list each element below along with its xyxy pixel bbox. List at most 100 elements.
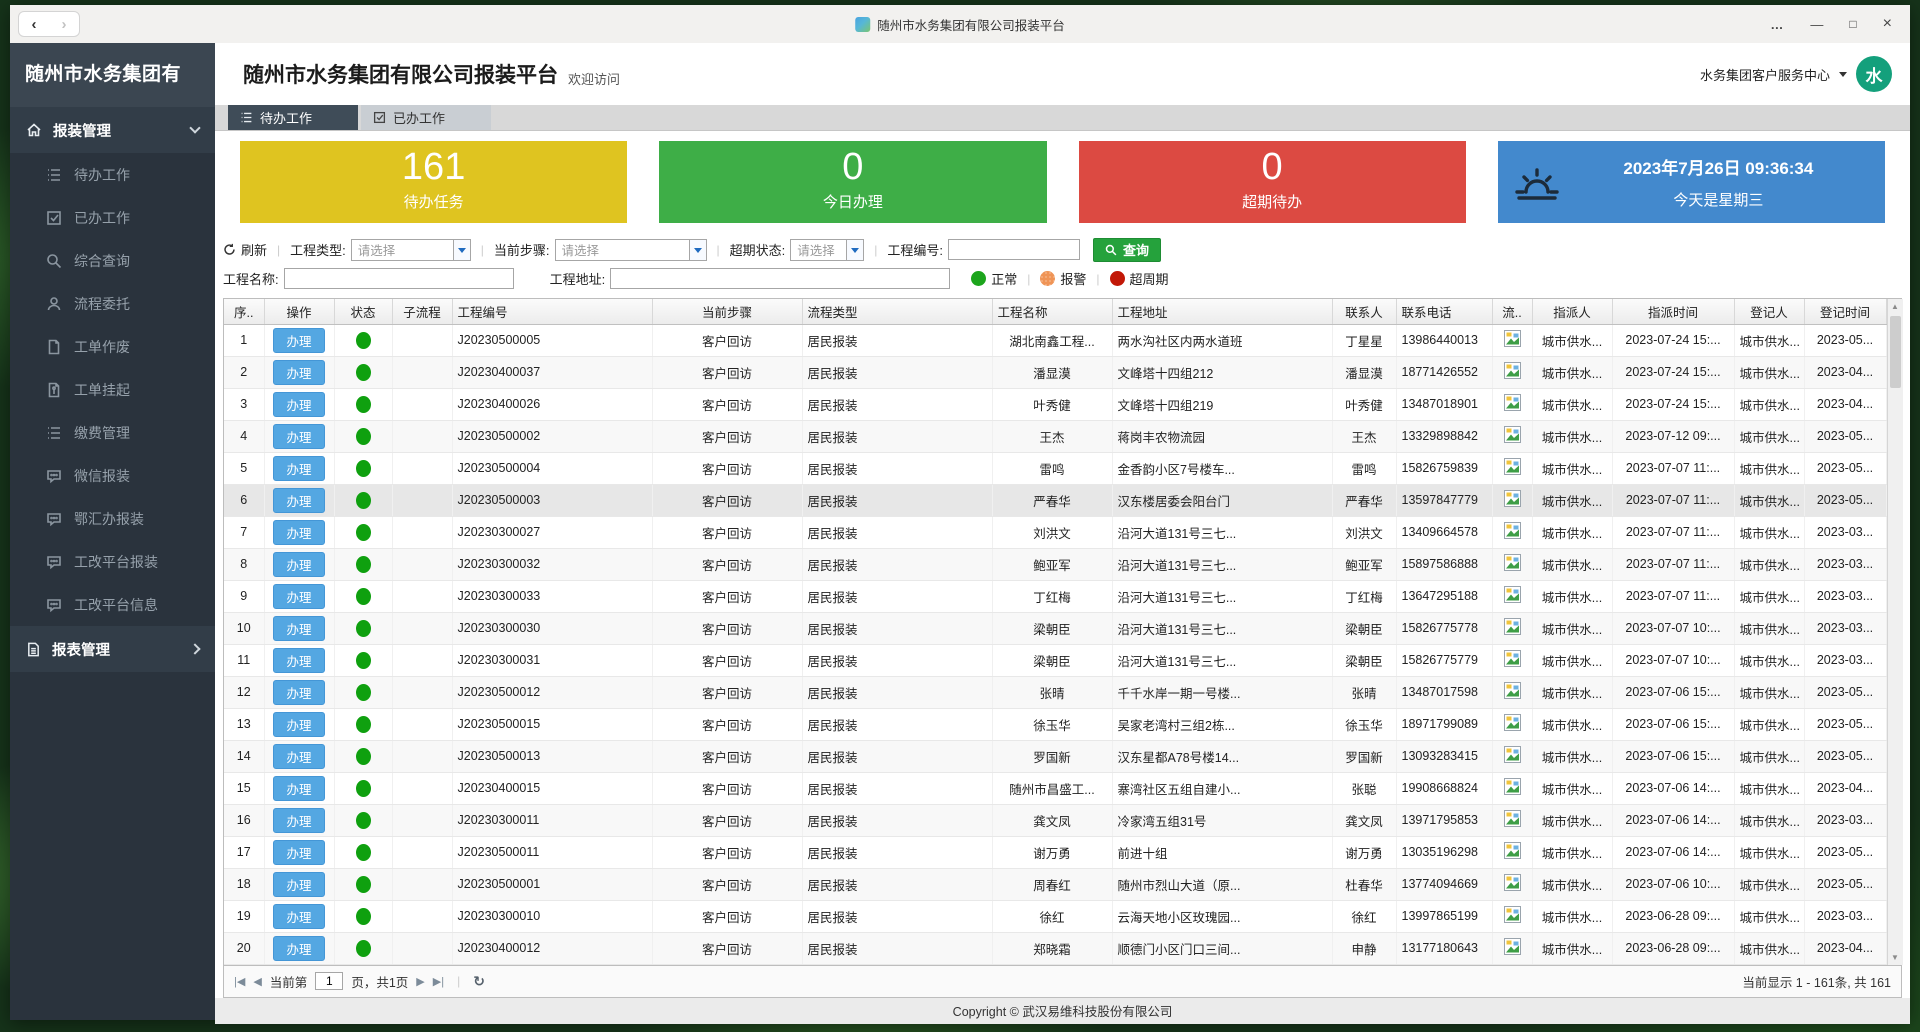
flowchart-icon[interactable] bbox=[1504, 554, 1521, 571]
column-header-assigner[interactable]: 指派人 bbox=[1532, 299, 1612, 324]
sidebar-item-9[interactable]: 鄂汇办报装 bbox=[10, 497, 215, 540]
sidebar-item-4[interactable]: 流程委托 bbox=[10, 282, 215, 325]
handle-button[interactable]: 办理 bbox=[273, 552, 324, 577]
tab-todo-work[interactable]: 待办工作 bbox=[228, 105, 358, 130]
handle-button[interactable]: 办理 bbox=[273, 808, 324, 833]
table-row[interactable]: 17办理J20230500011客户回访居民报装谢万勇前进十组谢万勇130351… bbox=[224, 836, 1886, 868]
handle-button[interactable]: 办理 bbox=[273, 648, 324, 673]
page-number-input[interactable] bbox=[315, 972, 343, 990]
table-row[interactable]: 11办理J20230300031客户回访居民报装梁朝臣沿河大道131号三七...… bbox=[224, 644, 1886, 676]
handle-button[interactable]: 办理 bbox=[273, 456, 324, 481]
column-header-op[interactable]: 操作 bbox=[264, 299, 334, 324]
forward-icon[interactable]: › bbox=[62, 17, 67, 32]
user-menu[interactable]: 水务集团客户服务中心 水 bbox=[1700, 56, 1892, 92]
table-row[interactable]: 2办理J20230400037客户回访居民报装潘显漠文峰塔十四组212潘显漠18… bbox=[224, 356, 1886, 388]
sidebar-section-install-mgmt[interactable]: 报装管理 bbox=[10, 107, 215, 153]
vertical-scrollbar[interactable]: ▲ ▼ bbox=[1887, 299, 1903, 965]
flowchart-icon[interactable] bbox=[1504, 426, 1521, 443]
column-header-code[interactable]: 工程编号 bbox=[452, 299, 652, 324]
handle-button[interactable]: 办理 bbox=[273, 488, 324, 513]
handle-button[interactable]: 办理 bbox=[273, 904, 324, 929]
more-icon[interactable]: … bbox=[1770, 18, 1784, 31]
close-icon[interactable]: × bbox=[1883, 16, 1892, 32]
sidebar-item-6[interactable]: 工单挂起 bbox=[10, 368, 215, 411]
handle-button[interactable]: 办理 bbox=[273, 616, 324, 641]
sidebar-item-7[interactable]: 缴费管理 bbox=[10, 411, 215, 454]
scroll-up-icon[interactable]: ▲ bbox=[1888, 299, 1903, 314]
handle-button[interactable]: 办理 bbox=[273, 936, 324, 961]
handle-button[interactable]: 办理 bbox=[273, 840, 324, 865]
prev-page-button[interactable]: ◀ bbox=[253, 975, 261, 988]
type-select[interactable]: 请选择 bbox=[351, 239, 471, 261]
table-row[interactable]: 1办理J20230500005客户回访居民报装湖北南鑫工程...两水沟社区内两水… bbox=[224, 324, 1886, 356]
table-row[interactable]: 14办理J20230500013客户回访居民报装罗国新汉东星都A78号楼14..… bbox=[224, 740, 1886, 772]
handle-button[interactable]: 办理 bbox=[273, 360, 324, 385]
refresh-button[interactable]: 刷新 bbox=[223, 240, 267, 259]
table-row[interactable]: 9办理J20230300033客户回访居民报装丁红梅沿河大道131号三七...丁… bbox=[224, 580, 1886, 612]
column-header-addr[interactable]: 工程地址 bbox=[1112, 299, 1332, 324]
sidebar-item-2[interactable]: 已办工作 bbox=[10, 196, 215, 239]
table-row[interactable]: 19办理J20230300010客户回访居民报装徐红云海天地小区玫瑰园...徐红… bbox=[224, 900, 1886, 932]
column-header-contact[interactable]: 联系人 bbox=[1332, 299, 1396, 324]
flowchart-icon[interactable] bbox=[1504, 938, 1521, 955]
handle-button[interactable]: 办理 bbox=[273, 776, 324, 801]
table-row[interactable]: 7办理J20230300027客户回访居民报装刘洪文沿河大道131号三七...刘… bbox=[224, 516, 1886, 548]
table-row[interactable]: 5办理J20230500004客户回访居民报装雷鸣金香韵小区7号楼车...雷鸣1… bbox=[224, 452, 1886, 484]
column-header-registrar[interactable]: 登记人 bbox=[1734, 299, 1804, 324]
table-row[interactable]: 13办理J20230500015客户回访居民报装徐玉华吴家老湾村三组2栋...徐… bbox=[224, 708, 1886, 740]
column-header-assign_time[interactable]: 指派时间 bbox=[1612, 299, 1734, 324]
table-row[interactable]: 3办理J20230400026客户回访居民报装叶秀健文峰塔十四组219叶秀健13… bbox=[224, 388, 1886, 420]
sidebar-item-8[interactable]: 微信报装 bbox=[10, 454, 215, 497]
column-header-step[interactable]: 当前步骤 bbox=[652, 299, 802, 324]
column-header-flow[interactable]: 流程类型 bbox=[802, 299, 992, 324]
column-header-phone[interactable]: 联系电话 bbox=[1396, 299, 1492, 324]
next-page-button[interactable]: ▶ bbox=[416, 975, 424, 988]
table-row[interactable]: 16办理J20230300011客户回访居民报装龚文凤冷家湾五组31号龚文凤13… bbox=[224, 804, 1886, 836]
column-header-name[interactable]: 工程名称 bbox=[992, 299, 1112, 324]
handle-button[interactable]: 办理 bbox=[273, 520, 324, 545]
handle-button[interactable]: 办理 bbox=[273, 424, 324, 449]
handle-button[interactable]: 办理 bbox=[273, 744, 324, 769]
sidebar-item-1[interactable]: 待办工作 bbox=[10, 153, 215, 196]
handle-button[interactable]: 办理 bbox=[273, 680, 324, 705]
overdue-select[interactable]: 请选择 bbox=[790, 239, 864, 261]
handle-button[interactable]: 办理 bbox=[273, 872, 324, 897]
pager-refresh-icon[interactable]: ↻ bbox=[473, 973, 485, 990]
flowchart-icon[interactable] bbox=[1504, 394, 1521, 411]
addr-input[interactable] bbox=[610, 268, 950, 289]
tab-done-work[interactable]: 已办工作 bbox=[361, 105, 491, 130]
maximize-icon[interactable]: □ bbox=[1849, 18, 1856, 30]
table-row[interactable]: 10办理J20230300030客户回访居民报装梁朝臣沿河大道131号三七...… bbox=[224, 612, 1886, 644]
table-row[interactable]: 15办理J20230400015客户回访居民报装随州市昌盛工...寨湾社区五组自… bbox=[224, 772, 1886, 804]
table-row[interactable]: 18办理J20230500001客户回访居民报装周春红随州市烈山大道（原...杜… bbox=[224, 868, 1886, 900]
scrollbar-thumb[interactable] bbox=[1890, 316, 1901, 388]
sidebar-section-report-mgmt[interactable]: 报表管理 bbox=[10, 626, 215, 672]
table-row[interactable]: 12办理J20230500012客户回访居民报装张晴千千水岸一期一号楼...张晴… bbox=[224, 676, 1886, 708]
column-header-status[interactable]: 状态 bbox=[334, 299, 392, 324]
column-header-chart[interactable]: 流.. bbox=[1492, 299, 1532, 324]
handle-button[interactable]: 办理 bbox=[273, 584, 324, 609]
back-icon[interactable]: ‹ bbox=[32, 17, 37, 32]
flowchart-icon[interactable] bbox=[1504, 618, 1521, 635]
column-header-reg_time[interactable]: 登记时间 bbox=[1804, 299, 1886, 324]
name-input[interactable] bbox=[284, 268, 514, 289]
flowchart-icon[interactable] bbox=[1504, 714, 1521, 731]
scroll-down-icon[interactable]: ▼ bbox=[1888, 950, 1903, 965]
column-header-no[interactable]: 序.. bbox=[224, 299, 264, 324]
code-input[interactable] bbox=[948, 239, 1080, 260]
sidebar-item-11[interactable]: 工改平台信息 bbox=[10, 583, 215, 626]
sidebar-item-10[interactable]: 工改平台报装 bbox=[10, 540, 215, 583]
handle-button[interactable]: 办理 bbox=[273, 328, 324, 353]
flowchart-icon[interactable] bbox=[1504, 650, 1521, 667]
flowchart-icon[interactable] bbox=[1504, 330, 1521, 347]
flowchart-icon[interactable] bbox=[1504, 746, 1521, 763]
handle-button[interactable]: 办理 bbox=[273, 392, 324, 417]
flowchart-icon[interactable] bbox=[1504, 362, 1521, 379]
sidebar-item-5[interactable]: 工单作废 bbox=[10, 325, 215, 368]
flowchart-icon[interactable] bbox=[1504, 458, 1521, 475]
flowchart-icon[interactable] bbox=[1504, 682, 1521, 699]
column-header-sub[interactable]: 子流程 bbox=[392, 299, 452, 324]
flowchart-icon[interactable] bbox=[1504, 490, 1521, 507]
last-page-button[interactable]: ▶| bbox=[433, 975, 444, 988]
sidebar-item-3[interactable]: 综合查询 bbox=[10, 239, 215, 282]
